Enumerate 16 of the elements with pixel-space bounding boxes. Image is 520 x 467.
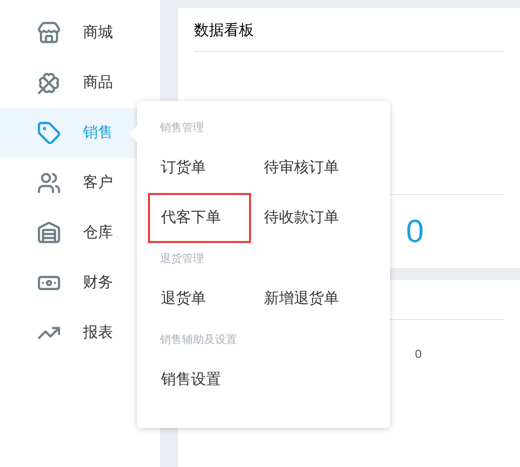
section-heading: 销售辅助及设置 xyxy=(159,333,238,348)
stat-value: 0 xyxy=(406,212,424,248)
menu-item[interactable]: 待审核订单 xyxy=(251,143,361,193)
store-icon xyxy=(37,21,61,45)
tag-icon xyxy=(37,121,61,145)
menu-item[interactable]: 销售设置 xyxy=(148,355,251,405)
card-title: 数据看板 xyxy=(194,8,504,52)
count-text: 0 xyxy=(415,347,422,361)
users-icon xyxy=(37,171,61,195)
menu-item[interactable]: 待收款订单 xyxy=(251,193,361,243)
section-heading: 销售管理 xyxy=(159,121,205,136)
menu-item[interactable]: 新增退货单 xyxy=(251,274,361,324)
menu-item[interactable]: 代客下单 xyxy=(148,193,251,243)
clover-icon xyxy=(37,71,61,95)
warehouse-icon xyxy=(37,221,61,245)
section-heading: 退货管理 xyxy=(159,252,205,267)
